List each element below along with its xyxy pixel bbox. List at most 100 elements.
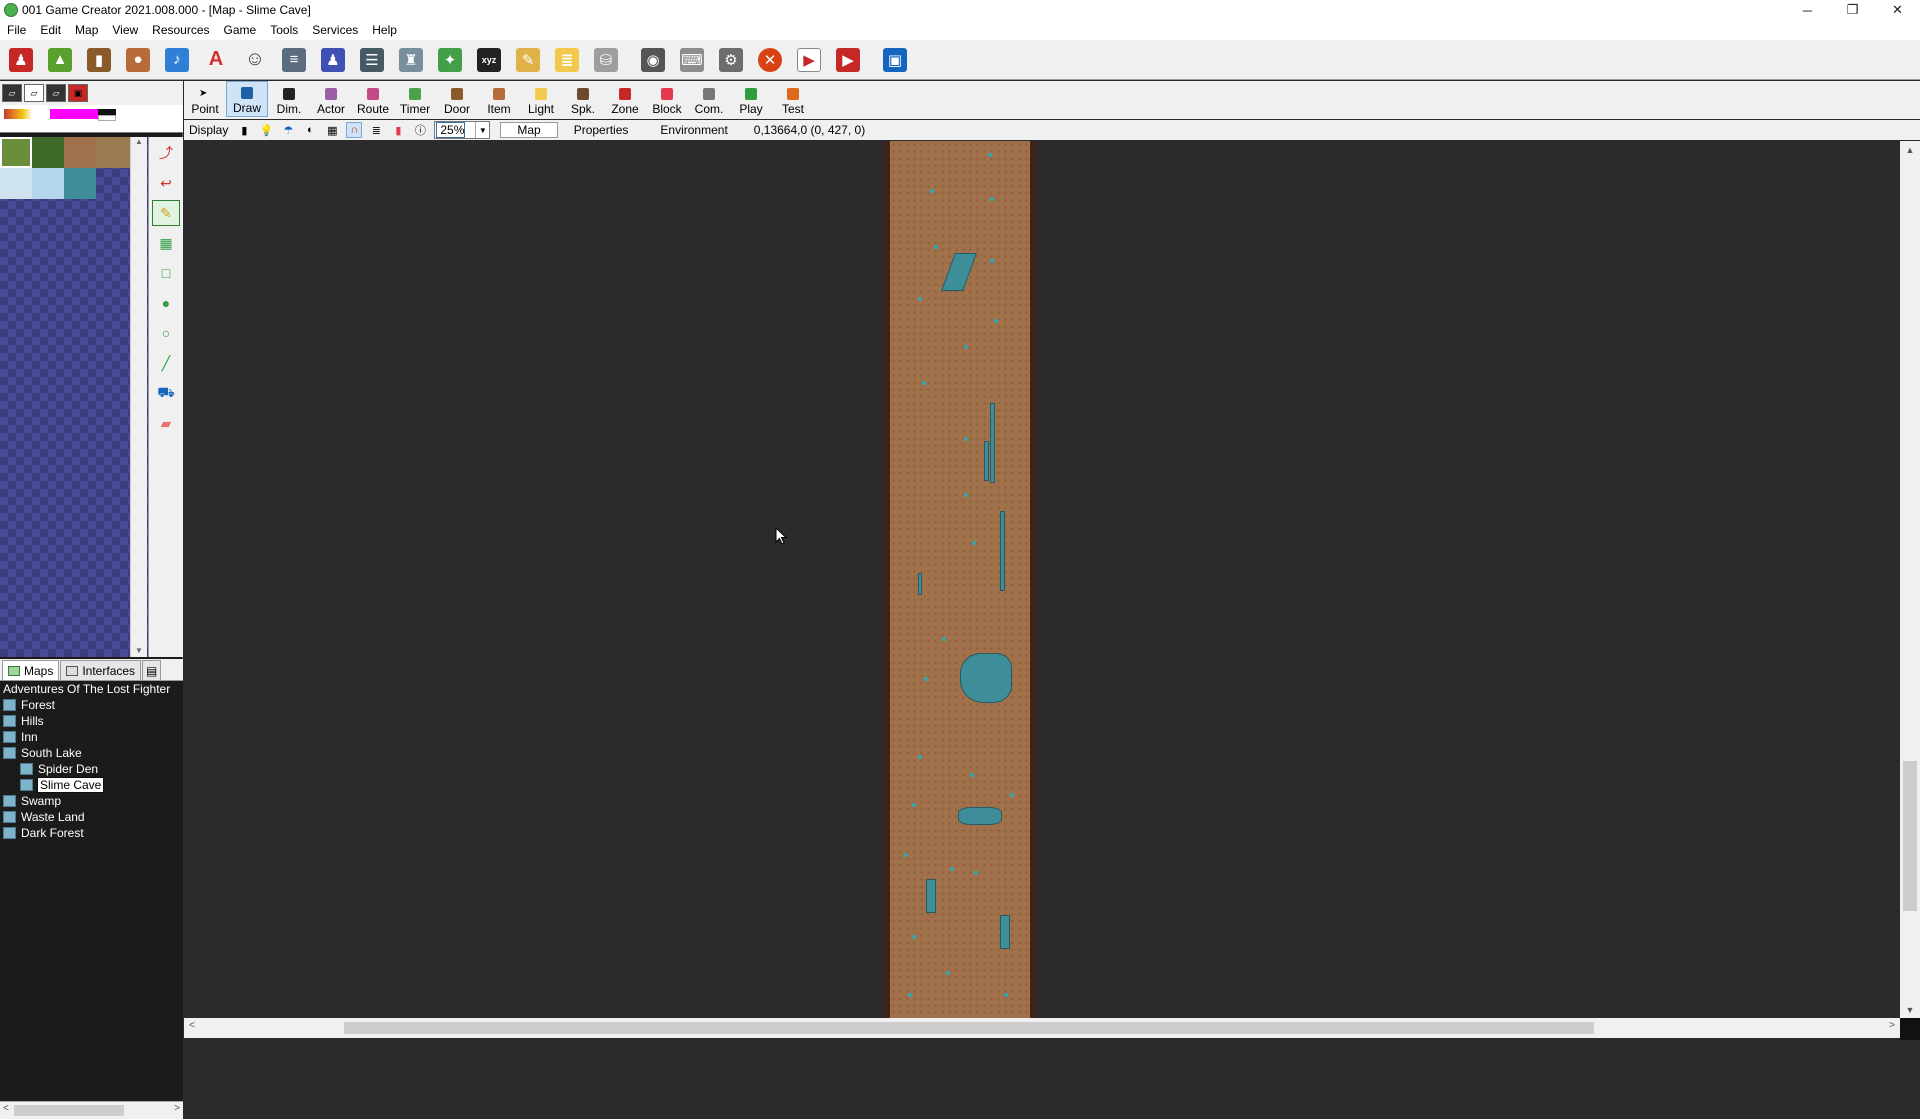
map-button[interactable]: ▲ [43, 43, 77, 77]
weather-toggle-icon[interactable]: ☂ [280, 122, 296, 138]
scroll-thumb[interactable] [1903, 761, 1917, 911]
run-button[interactable]: ▶ [792, 43, 826, 77]
menu-help[interactable]: Help [365, 23, 404, 37]
layer-tab-2[interactable]: ▱ [24, 84, 44, 102]
info-toggle-icon[interactable]: ⓘ [412, 122, 428, 138]
menu-view[interactable]: View [105, 23, 145, 37]
chevron-down-icon[interactable]: ▼ [475, 122, 489, 138]
scroll-thumb[interactable] [14, 1105, 124, 1116]
database-button[interactable]: ⛁ [589, 43, 623, 77]
document-button[interactable]: ≡ [277, 43, 311, 77]
checker-tool[interactable]: ▦ [152, 230, 180, 256]
tree-root[interactable]: Adventures Of The Lost Fighter [0, 681, 183, 697]
eraser-tool[interactable]: ▰ [152, 410, 180, 436]
xyz-button[interactable]: xyz [472, 43, 506, 77]
rectangle-tool[interactable]: □ [152, 260, 180, 286]
scroll-down-icon[interactable]: ▼ [1900, 1001, 1920, 1018]
menu-services[interactable]: Services [305, 23, 365, 37]
map-tool-draw[interactable]: Draw [226, 81, 268, 117]
font-button[interactable]: A [199, 43, 233, 77]
map-tool-test[interactable]: Test [772, 81, 814, 117]
tab-properties[interactable]: Properties [558, 123, 645, 137]
settings-button[interactable]: ⚙ [714, 43, 748, 77]
tree-item-inn[interactable]: Inn [0, 729, 183, 745]
tree-hscrollbar[interactable]: < > [0, 1101, 183, 1119]
tileset-scrollbar[interactable]: ▲ ▼ [130, 137, 147, 657]
tree-item-swamp[interactable]: Swamp [0, 793, 183, 809]
map-canvas[interactable] [184, 141, 1900, 1018]
light-toggle-icon[interactable]: 💡 [258, 122, 274, 138]
save-button[interactable]: ▣ [878, 43, 912, 77]
scroll-button[interactable]: ≣ [550, 43, 584, 77]
tab-maps[interactable]: Maps [2, 660, 60, 680]
scroll-thumb[interactable] [344, 1022, 1594, 1034]
tile-dirt[interactable] [64, 137, 96, 168]
fill-circle-tool[interactable]: ● [152, 290, 180, 316]
menu-file[interactable]: File [0, 23, 33, 37]
character-button[interactable]: ☺ [238, 43, 272, 77]
tile-grass-selected[interactable] [0, 137, 32, 168]
layers-toggle-icon[interactable]: ≣ [368, 122, 384, 138]
map-tool-door[interactable]: Door [436, 81, 478, 117]
scroll-right-icon[interactable]: > [174, 1103, 180, 1114]
tileset-panel[interactable] [0, 137, 148, 657]
restore-button[interactable]: ❐ [1830, 0, 1875, 20]
map-tool-actor[interactable]: Actor [310, 81, 352, 117]
music-button[interactable]: ♪ [160, 43, 194, 77]
party-button[interactable]: ♟ [316, 43, 350, 77]
layer-tab-4[interactable]: ▣ [68, 84, 88, 102]
zoom-select[interactable]: 25% ▼ [434, 121, 491, 139]
list-button[interactable]: ☰ [355, 43, 389, 77]
scroll-up-icon[interactable]: ▲ [131, 137, 147, 146]
layer-toggle-icon[interactable]: ▮ [236, 122, 252, 138]
gamepad-button[interactable]: ◉ [636, 43, 670, 77]
scroll-right-icon[interactable]: > [1889, 1020, 1895, 1031]
layer-tab-3[interactable]: ▱ [46, 84, 66, 102]
color-palette[interactable] [0, 105, 183, 133]
bucket-tool[interactable]: ⛟ [152, 380, 180, 406]
map-tool-point[interactable]: ➤ Point [184, 81, 226, 117]
minimize-button[interactable]: ─ [1785, 0, 1830, 20]
tile-ice-2[interactable] [32, 168, 64, 199]
magnet-toggle-icon[interactable]: ∩ [346, 122, 363, 138]
tile-grass[interactable] [32, 137, 64, 168]
tab-more[interactable]: ▤ [142, 660, 162, 680]
map-tool-block[interactable]: Block [646, 81, 688, 117]
close-button[interactable]: ✕ [1875, 0, 1920, 20]
tree-item-forest[interactable]: Forest [0, 697, 183, 713]
tree-item-south-lake[interactable]: South Lake [0, 745, 183, 761]
map-tool-spk[interactable]: Spk. [562, 81, 604, 117]
shadow-toggle-icon[interactable]: ◐ [302, 122, 318, 138]
menu-map[interactable]: Map [68, 23, 105, 37]
keyboard-button[interactable]: ⌨ [675, 43, 709, 77]
scroll-up-icon[interactable]: ▲ [1900, 141, 1920, 158]
map-tool-timer[interactable]: Timer [394, 81, 436, 117]
tab-map[interactable]: Map [500, 122, 558, 138]
hero-button[interactable]: ♟ [4, 43, 38, 77]
armor-button[interactable]: ♜ [394, 43, 428, 77]
map-tool-zone[interactable]: Zone [604, 81, 646, 117]
scroll-down-icon[interactable]: ▼ [131, 646, 147, 655]
pencil-tool[interactable]: ✎ [152, 200, 180, 226]
curve-tool[interactable]: ⤴ [152, 140, 180, 166]
menu-game[interactable]: Game [217, 23, 264, 37]
grid-toggle-icon[interactable]: ▦ [324, 122, 340, 138]
circle-tool[interactable]: ○ [152, 320, 180, 346]
map-tool-light[interactable]: Light [520, 81, 562, 117]
tab-interfaces[interactable]: Interfaces [60, 660, 142, 680]
map-tool-play[interactable]: Play [730, 81, 772, 117]
bag-button[interactable]: ● [121, 43, 155, 77]
record-button[interactable]: ▶ [831, 43, 865, 77]
tree-item-slime-cave[interactable]: Slime Cave [0, 777, 183, 793]
tile-ice[interactable] [0, 168, 32, 199]
map-tool-com[interactable]: Com. [688, 81, 730, 117]
tile-water[interactable] [64, 168, 96, 199]
menu-edit[interactable]: Edit [33, 23, 68, 37]
tile-dirt-2[interactable] [96, 137, 130, 168]
hook-tool[interactable]: ↩ [152, 170, 180, 196]
map-tool-item[interactable]: Item [478, 81, 520, 117]
map-hscrollbar[interactable]: < > [184, 1018, 1900, 1038]
line-tool[interactable]: ╱ [152, 350, 180, 376]
shield-button[interactable]: ✕ [753, 43, 787, 77]
map-vscrollbar[interactable]: ▲ ▼ [1900, 141, 1920, 1018]
